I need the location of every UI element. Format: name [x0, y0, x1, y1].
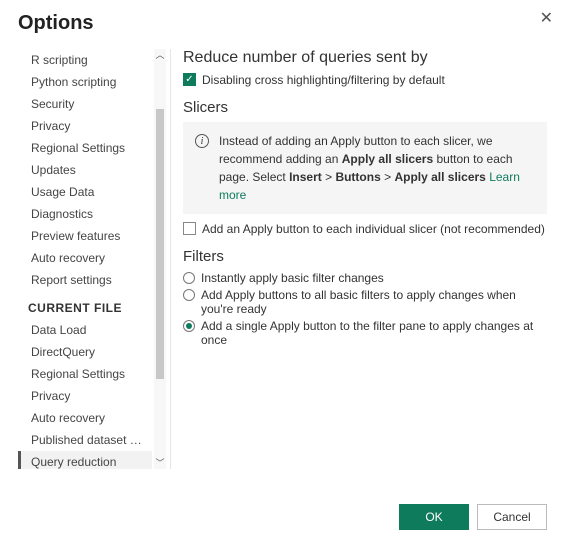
slicer-apply-label: Add an Apply button to each individual s…	[202, 222, 545, 236]
main-panel: Reduce number of queries sent by ✓ Disab…	[183, 49, 547, 469]
dialog-title: Options	[18, 12, 547, 35]
filter-option-1-label: Instantly apply basic filter changes	[201, 271, 384, 285]
sidebar-item[interactable]: Security	[18, 93, 152, 115]
slicer-apply-row[interactable]: Add an Apply button to each individual s…	[183, 222, 547, 236]
radio-selected-icon[interactable]	[183, 320, 195, 332]
info-text: Instead of adding an Apply button to eac…	[219, 132, 535, 204]
disable-cross-row[interactable]: ✓ Disabling cross highlighting/filtering…	[183, 73, 547, 87]
scroll-up-icon[interactable]: ︿	[154, 49, 166, 61]
dialog-footer: OK Cancel	[399, 504, 547, 530]
slicers-info-box: i Instead of adding an Apply button to e…	[183, 122, 547, 214]
options-dialog: ✕ Options R scriptingPython scriptingSec…	[0, 0, 565, 542]
reduce-heading: Reduce number of queries sent by	[183, 49, 547, 67]
sidebar-item[interactable]: R scripting	[18, 49, 152, 71]
sidebar-section-header: CURRENT FILE	[18, 291, 152, 319]
sidebar-item[interactable]: Auto recovery	[18, 247, 152, 269]
scroll-down-icon[interactable]: ﹀	[154, 457, 166, 469]
radio-icon[interactable]	[183, 289, 195, 301]
filters-heading: Filters	[183, 248, 547, 265]
sidebar-item[interactable]: Regional Settings	[18, 137, 152, 159]
ok-button[interactable]: OK	[399, 504, 469, 530]
cancel-button[interactable]: Cancel	[477, 504, 547, 530]
sidebar: R scriptingPython scriptingSecurityPriva…	[18, 49, 166, 469]
sidebar-item[interactable]: Python scripting	[18, 71, 152, 93]
close-icon[interactable]: ✕	[540, 8, 553, 28]
radio-icon[interactable]	[183, 272, 195, 284]
disable-cross-label: Disabling cross highlighting/filtering b…	[202, 73, 445, 87]
checkbox-unchecked-icon[interactable]	[183, 222, 196, 235]
sidebar-item[interactable]: Diagnostics	[18, 203, 152, 225]
sidebar-item[interactable]: Published dataset set...	[18, 429, 152, 451]
slicers-heading: Slicers	[183, 99, 547, 116]
checkbox-checked-icon[interactable]: ✓	[183, 73, 196, 86]
filter-option-2[interactable]: Add Apply buttons to all basic filters t…	[183, 288, 547, 316]
sidebar-item[interactable]: Regional Settings	[18, 363, 152, 385]
filter-option-2-label: Add Apply buttons to all basic filters t…	[201, 288, 547, 316]
filter-option-3-label: Add a single Apply button to the filter …	[201, 319, 547, 347]
info-icon: i	[195, 134, 209, 148]
filter-option-3[interactable]: Add a single Apply button to the filter …	[183, 319, 547, 347]
sidebar-item[interactable]: Privacy	[18, 115, 152, 137]
sidebar-item[interactable]: Query reduction	[18, 451, 152, 469]
scrollbar-track[interactable]: ︿ ﹀	[154, 49, 166, 469]
sidebar-item[interactable]: Updates	[18, 159, 152, 181]
sidebar-item[interactable]: DirectQuery	[18, 341, 152, 363]
scrollbar-thumb[interactable]	[156, 109, 164, 379]
sidebar-item[interactable]: Report settings	[18, 269, 152, 291]
sidebar-item[interactable]: Usage Data	[18, 181, 152, 203]
vertical-divider	[170, 49, 171, 469]
sidebar-item[interactable]: Privacy	[18, 385, 152, 407]
dialog-content: R scriptingPython scriptingSecurityPriva…	[18, 49, 547, 469]
filter-option-1[interactable]: Instantly apply basic filter changes	[183, 271, 547, 285]
sidebar-item[interactable]: Data Load	[18, 319, 152, 341]
sidebar-item[interactable]: Auto recovery	[18, 407, 152, 429]
sidebar-item[interactable]: Preview features	[18, 225, 152, 247]
